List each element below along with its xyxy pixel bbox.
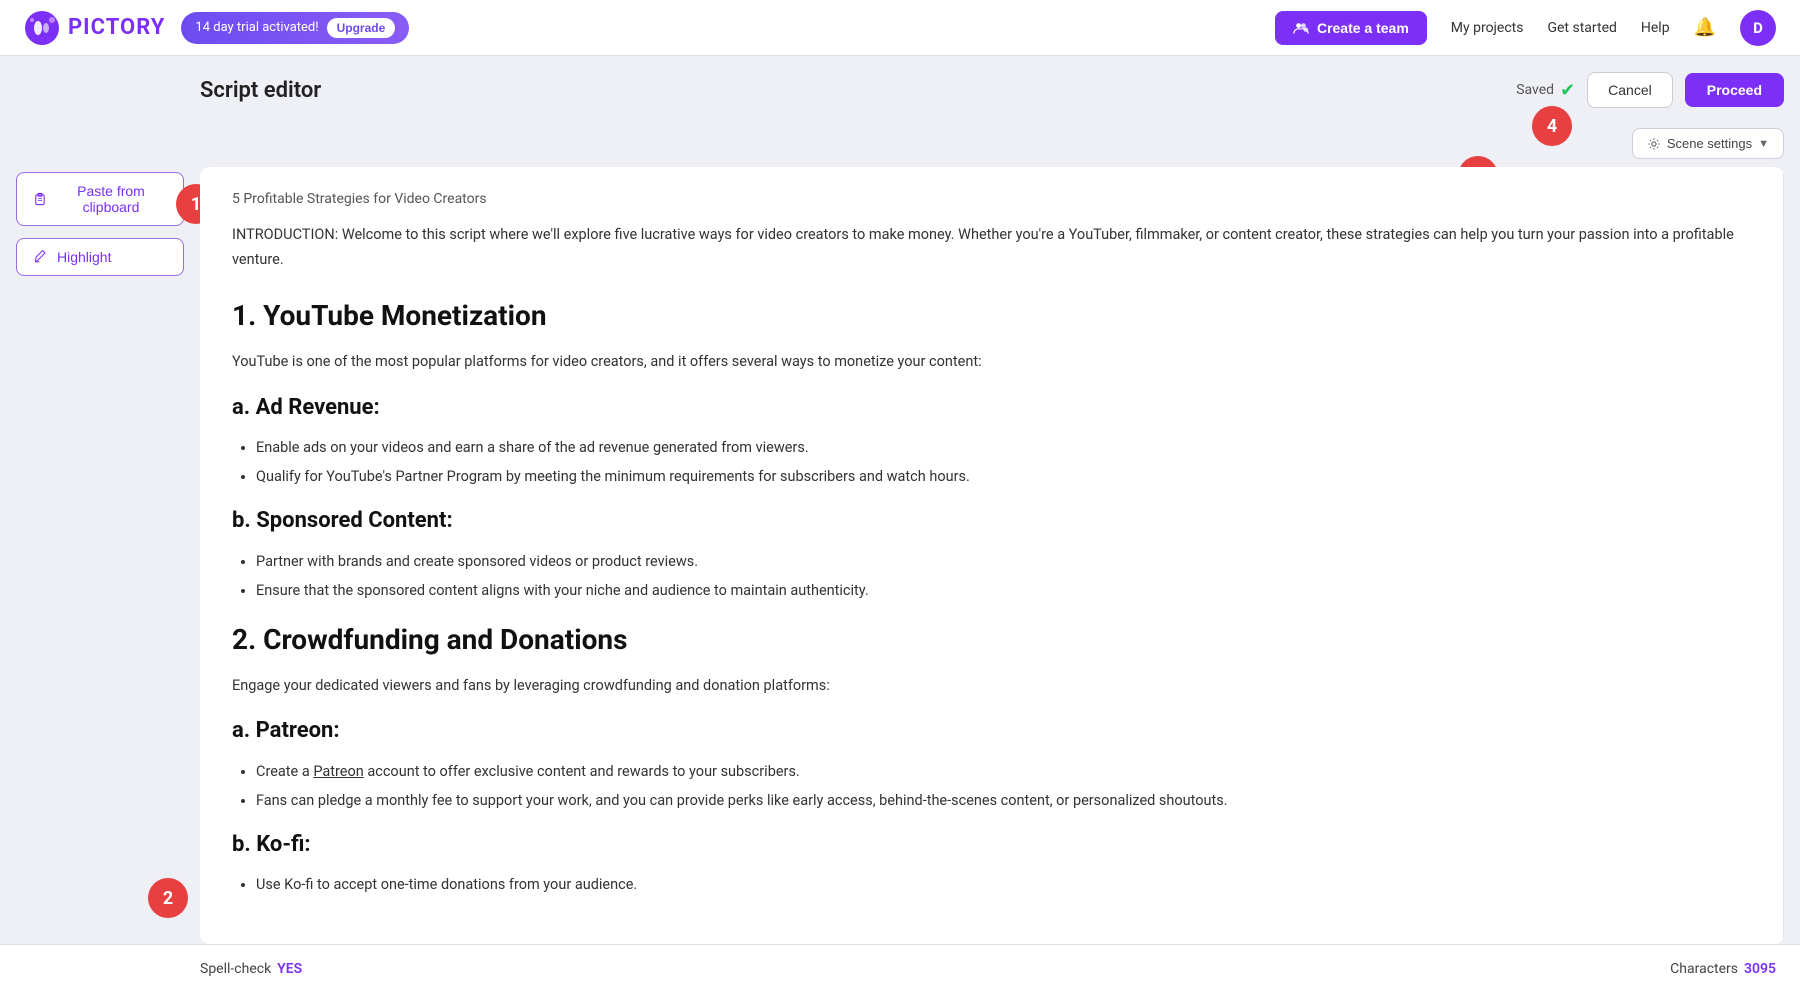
logo-icon [24, 10, 60, 46]
paste-from-clipboard-button[interactable]: Paste from clipboard [16, 172, 184, 226]
editor-actions: Saved ✔ Cancel Proceed [1516, 72, 1784, 108]
logo[interactable]: PICTORY [24, 10, 165, 46]
spell-check-label: Spell-check [200, 961, 271, 977]
step-2-circle: 2 [148, 878, 188, 918]
trial-text: 14 day trial activated! [195, 20, 318, 35]
heading-kofi: b. Ko-fi: [232, 826, 1751, 863]
characters-label: Characters [1670, 961, 1738, 977]
team-icon [1293, 20, 1309, 36]
list-item: Qualify for YouTube's Partner Program by… [256, 465, 1751, 488]
sidebar: Paste from clipboard Highlight [0, 56, 200, 944]
editor-container: 5 Profitable Strategies for Video Creato… [200, 167, 1784, 944]
trial-badge: 14 day trial activated! Upgrade [181, 12, 409, 44]
script-intro: INTRODUCTION: Welcome to this script whe… [232, 223, 1751, 272]
scene-settings-button[interactable]: Scene settings ▼ [1632, 128, 1784, 159]
avatar[interactable]: D [1740, 10, 1776, 46]
spell-check: Spell-check YES [200, 961, 302, 977]
heading-ad-revenue: a. Ad Revenue: [232, 389, 1751, 426]
script-filename: 5 Profitable Strategies for Video Creato… [232, 191, 1751, 207]
paste-label: Paste from clipboard [55, 183, 167, 215]
saved-label: Saved [1516, 82, 1554, 98]
saved-status: Saved ✔ [1516, 80, 1575, 101]
gear-icon [1647, 137, 1661, 151]
list-ad-revenue: Enable ads on your videos and earn a sha… [232, 436, 1751, 488]
nav-my-projects[interactable]: My projects [1451, 20, 1524, 36]
list-patreon: Create a Patreon account to offer exclus… [232, 760, 1751, 812]
upgrade-button[interactable]: Upgrade [327, 18, 396, 38]
character-count: Characters 3095 [1670, 961, 1776, 977]
heading-patreon: a. Patreon: [232, 712, 1751, 749]
scene-settings-label: Scene settings [1667, 136, 1752, 151]
highlight-label: Highlight [57, 249, 111, 265]
create-team-button[interactable]: Create a team [1275, 11, 1427, 45]
footer-bar: Spell-check YES Characters 3095 [0, 944, 1800, 992]
nav-get-started[interactable]: Get started [1547, 20, 1616, 36]
logo-text: PICTORY [68, 15, 165, 40]
saved-check-icon: ✔ [1560, 80, 1575, 101]
patreon-link: Patreon [313, 763, 363, 780]
step-indicator-4: 4 [1532, 106, 1572, 146]
app-header: PICTORY 14 day trial activated! Upgrade … [0, 0, 1800, 56]
step-indicator-2: 2 [148, 878, 188, 918]
heading-crowdfunding: 2. Crowdfunding and Donations [232, 616, 1751, 664]
clipboard-icon [33, 191, 47, 207]
list-item: Partner with brands and create sponsored… [256, 550, 1751, 573]
nav-help[interactable]: Help [1641, 20, 1670, 36]
list-sponsored: Partner with brands and create sponsored… [232, 550, 1751, 602]
main-content: Script editor Saved ✔ Cancel Proceed Sce… [200, 56, 1800, 944]
script-body: INTRODUCTION: Welcome to this script whe… [232, 223, 1751, 897]
step-4-circle: 4 [1532, 106, 1572, 146]
characters-value: 3095 [1744, 961, 1776, 977]
list-item: Create a Patreon account to offer exclus… [256, 760, 1751, 783]
highlight-button[interactable]: Highlight [16, 238, 184, 276]
list-item: Enable ads on your videos and earn a sha… [256, 436, 1751, 459]
highlight-icon [33, 249, 49, 265]
header-left: PICTORY 14 day trial activated! Upgrade [24, 10, 409, 46]
page-title: Script editor [200, 78, 321, 103]
spell-check-value[interactable]: YES [277, 961, 302, 977]
heading-sponsored-content: b. Sponsored Content: [232, 502, 1751, 539]
chevron-down-icon: ▼ [1758, 138, 1769, 150]
list-kofi: Use Ko-fi to accept one-time donations f… [232, 873, 1751, 896]
notification-icon[interactable]: 🔔 [1694, 17, 1716, 38]
para-youtube: YouTube is one of the most popular platf… [232, 350, 1751, 375]
list-item: Use Ko-fi to accept one-time donations f… [256, 873, 1751, 896]
proceed-button[interactable]: Proceed [1685, 73, 1784, 107]
editor-wrapper: 5 Profitable Strategies for Video Creato… [200, 167, 1784, 944]
editor-scroll[interactable]: 5 Profitable Strategies for Video Creato… [200, 167, 1784, 944]
header-right: Create a team My projects Get started He… [1275, 10, 1776, 46]
heading-youtube-monetization: 1. YouTube Monetization [232, 292, 1751, 340]
cancel-button[interactable]: Cancel [1587, 72, 1673, 108]
para-crowdfunding: Engage your dedicated viewers and fans b… [232, 674, 1751, 699]
page-body: 1 2 3 4 Paste from clipboard Highlight [0, 56, 1800, 944]
create-team-label: Create a team [1317, 20, 1409, 36]
list-item: Ensure that the sponsored content aligns… [256, 579, 1751, 602]
list-item: Fans can pledge a monthly fee to support… [256, 789, 1751, 812]
